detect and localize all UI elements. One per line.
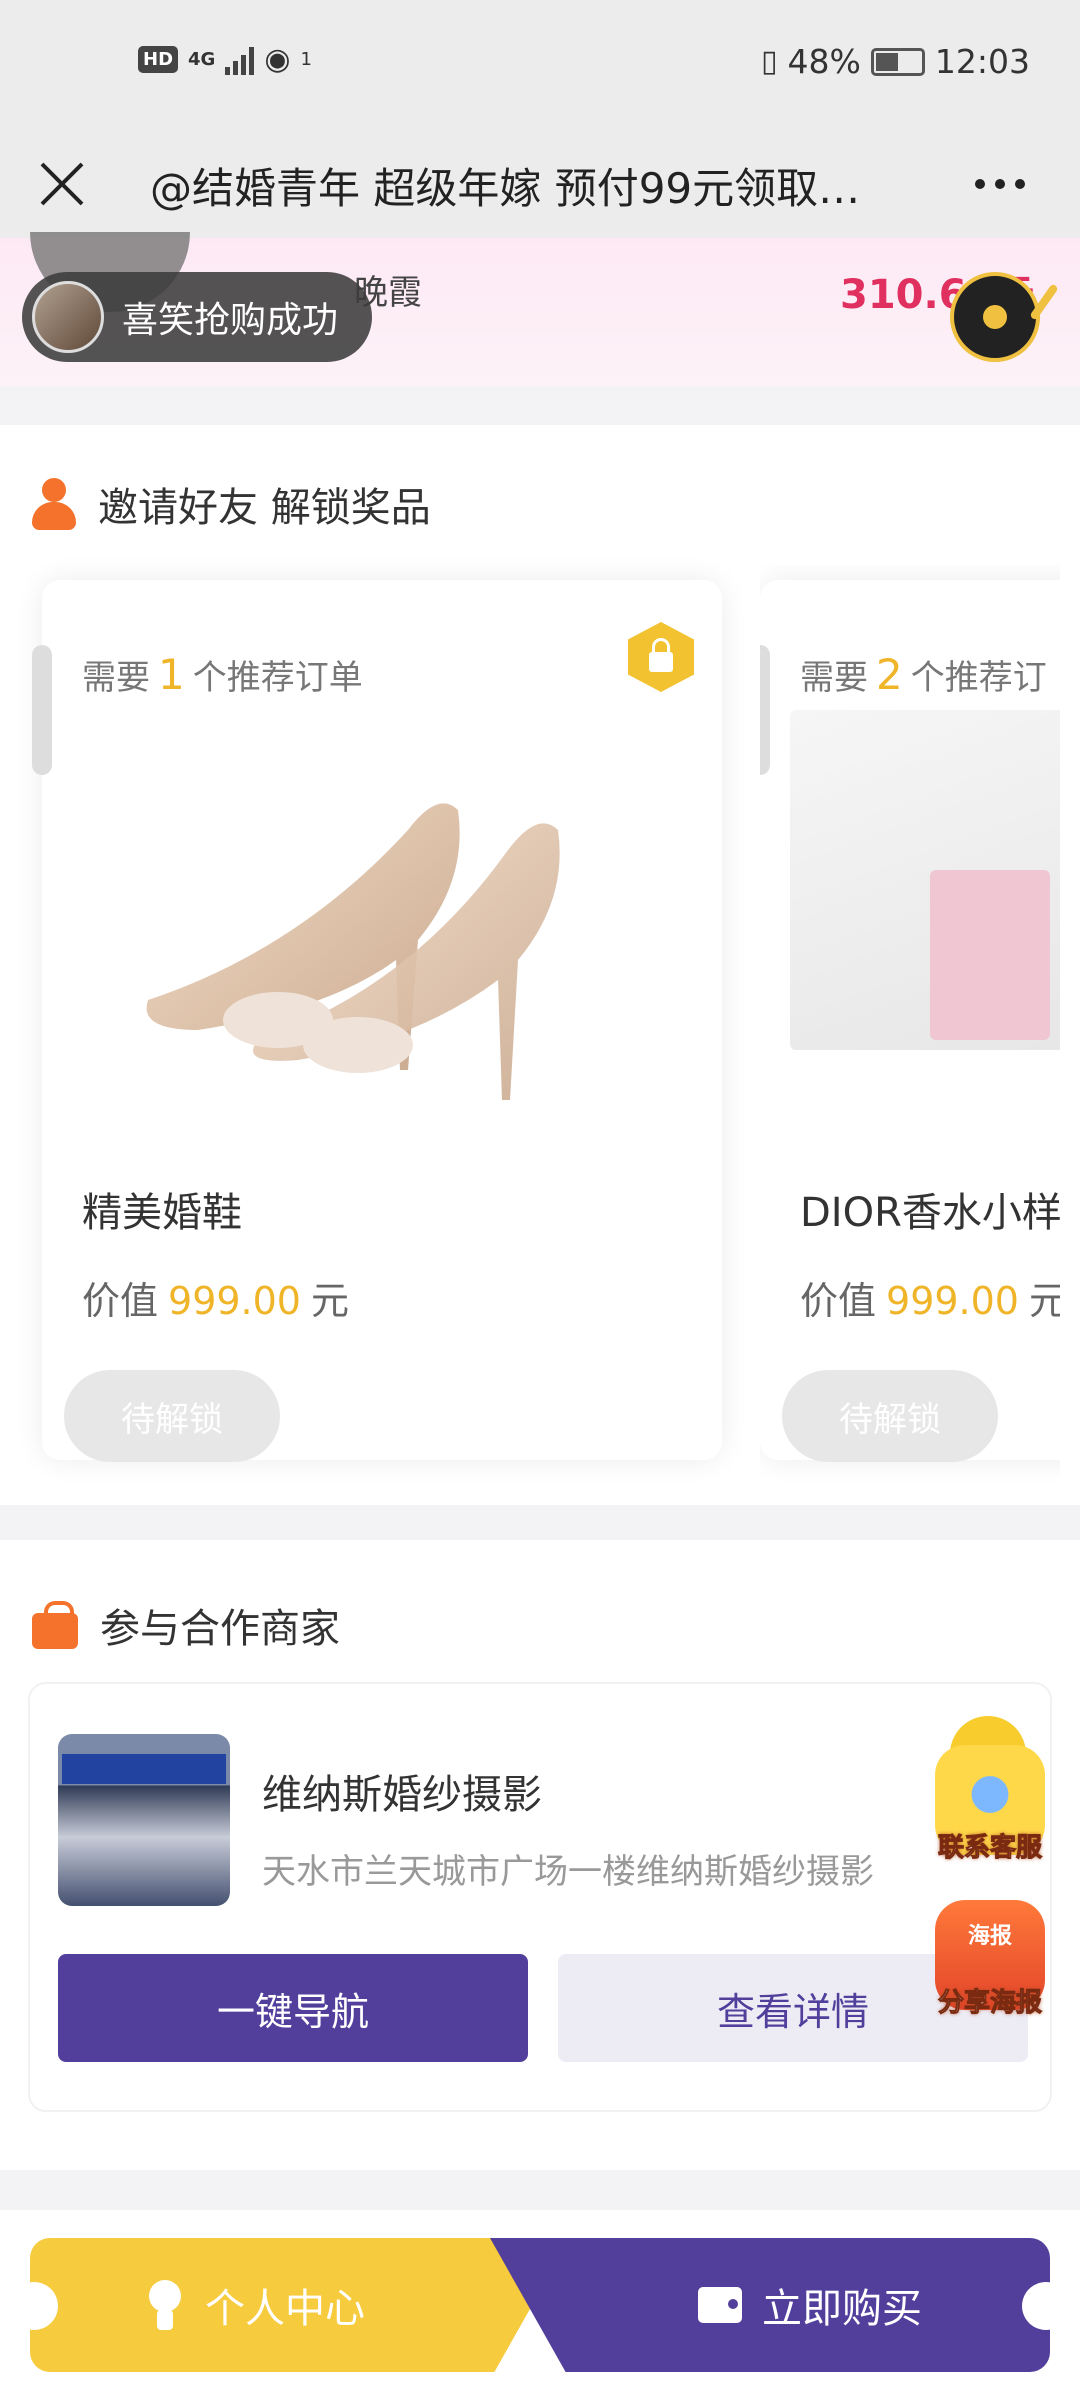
merchant-card: 维纳斯婚纱摄影 天水市兰天城市广场一楼维纳斯婚纱摄影 一键导航 查看详情 — [28, 1682, 1052, 2112]
merchants-section: 参与合作商家 维纳斯婚纱摄影 天水市兰天城市广场一楼维纳斯婚纱摄影 一键导航 查… — [0, 1540, 1080, 2170]
pending-unlock-button[interactable]: 待解锁 — [782, 1370, 998, 1462]
close-icon[interactable] — [30, 152, 94, 216]
share-poster-button[interactable]: 海报 分享海报 — [930, 1900, 1050, 2019]
buy-now-button[interactable]: 立即购买 — [490, 2238, 1050, 2372]
page-title: @结婚青年 超级年嫁 预付99元领取… — [150, 164, 861, 213]
invite-header: 邀请好友 解锁奖品 — [32, 475, 431, 533]
card-tab — [32, 645, 52, 775]
lock-icon — [628, 622, 694, 692]
purchase-toast: 喜笑抢购成功 — [22, 272, 372, 362]
hotspot-count: 1 — [300, 49, 312, 70]
product-name: 精美婚鞋 — [82, 1190, 242, 1236]
product-value: 价值 999.00 元 — [82, 1279, 349, 1323]
nav-bar: @结婚青年 超级年嫁 预付99元领取… — [0, 130, 1080, 238]
status-bar: HD 4G ◉ 1 ▯ 48% 12:03 — [0, 0, 1080, 130]
toast-text: 喜笑抢购成功 — [122, 300, 339, 341]
network-type: 4G — [188, 49, 216, 70]
shopping-bag-icon — [32, 1601, 78, 1649]
customer-service-label: 联系客服 — [937, 1833, 1042, 1864]
profile-label: 个人中心 — [205, 2286, 365, 2332]
avatar — [32, 281, 104, 353]
hd-badge: HD — [138, 46, 179, 73]
store-address: 天水市兰天城市广场一楼维纳斯婚纱摄影 — [262, 1852, 874, 1892]
hotspot-icon: ◉ — [264, 42, 291, 77]
vibrate-icon: ▯ — [761, 44, 778, 79]
customer-service-button[interactable]: 联系客服 — [930, 1745, 1050, 1864]
battery-icon — [870, 47, 925, 76]
clock: 12:03 — [934, 42, 1030, 81]
buy-now-label: 立即购买 — [762, 2286, 922, 2332]
store-photo — [58, 1734, 230, 1906]
profile-button[interactable]: 个人中心 — [30, 2238, 570, 2372]
poster-icon-label: 海报 — [967, 1924, 1012, 1949]
reward-card: 需要 2 个推荐订 DIOR香水小样 价值 999.00 元 待解锁 — [760, 580, 1060, 1462]
merchants-header: 参与合作商家 — [32, 1596, 340, 1654]
store-name: 维纳斯婚纱摄影 — [262, 1772, 542, 1818]
add-person-icon — [32, 478, 76, 530]
wedding-shoes-image — [146, 803, 560, 1100]
share-poster-label: 分享海报 — [937, 1988, 1042, 2019]
signal-icon — [225, 45, 255, 75]
product-name: DIOR香水小样 — [800, 1190, 1060, 1236]
user-icon — [145, 2280, 185, 2330]
ticket-notch — [10, 2282, 58, 2330]
invite-section: 邀请好友 解锁奖品 需要 1 个推荐订单 精美婚鞋 价值 999.00 元 待解锁 — [0, 425, 1080, 1505]
navigate-button[interactable]: 一键导航 — [58, 1954, 528, 2062]
requirement-text: 需要 2 个推荐订 — [800, 650, 1047, 699]
reward-card-clip: 需要 2 个推荐订 DIOR香水小样 价值 999.00 元 待解锁 — [760, 565, 1060, 1485]
section-title: 参与合作商家 — [100, 1606, 340, 1652]
wallet-icon — [698, 2287, 742, 2323]
pending-unlock-button[interactable]: 待解锁 — [64, 1370, 280, 1462]
battery-percent: 48% — [787, 42, 861, 81]
more-menu-icon[interactable] — [960, 152, 1040, 216]
music-disc-icon[interactable] — [950, 272, 1040, 362]
card-tab — [760, 645, 770, 775]
ticket-notch — [1022, 2282, 1070, 2330]
requirement-text: 需要 1 个推荐订单 — [82, 650, 363, 699]
section-title: 邀请好友 解锁奖品 — [98, 485, 431, 531]
product-value: 价值 999.00 元 — [800, 1279, 1060, 1323]
reward-card: 需要 1 个推荐订单 精美婚鞋 价值 999.00 元 待解锁 — [32, 580, 722, 1462]
status-right: ▯ 48% 12:03 — [761, 42, 1030, 81]
status-left: HD 4G ◉ 1 — [138, 42, 312, 77]
bottom-action-bar: 个人中心 立即购买 — [0, 2210, 1080, 2400]
perfume-image — [790, 710, 1060, 1050]
